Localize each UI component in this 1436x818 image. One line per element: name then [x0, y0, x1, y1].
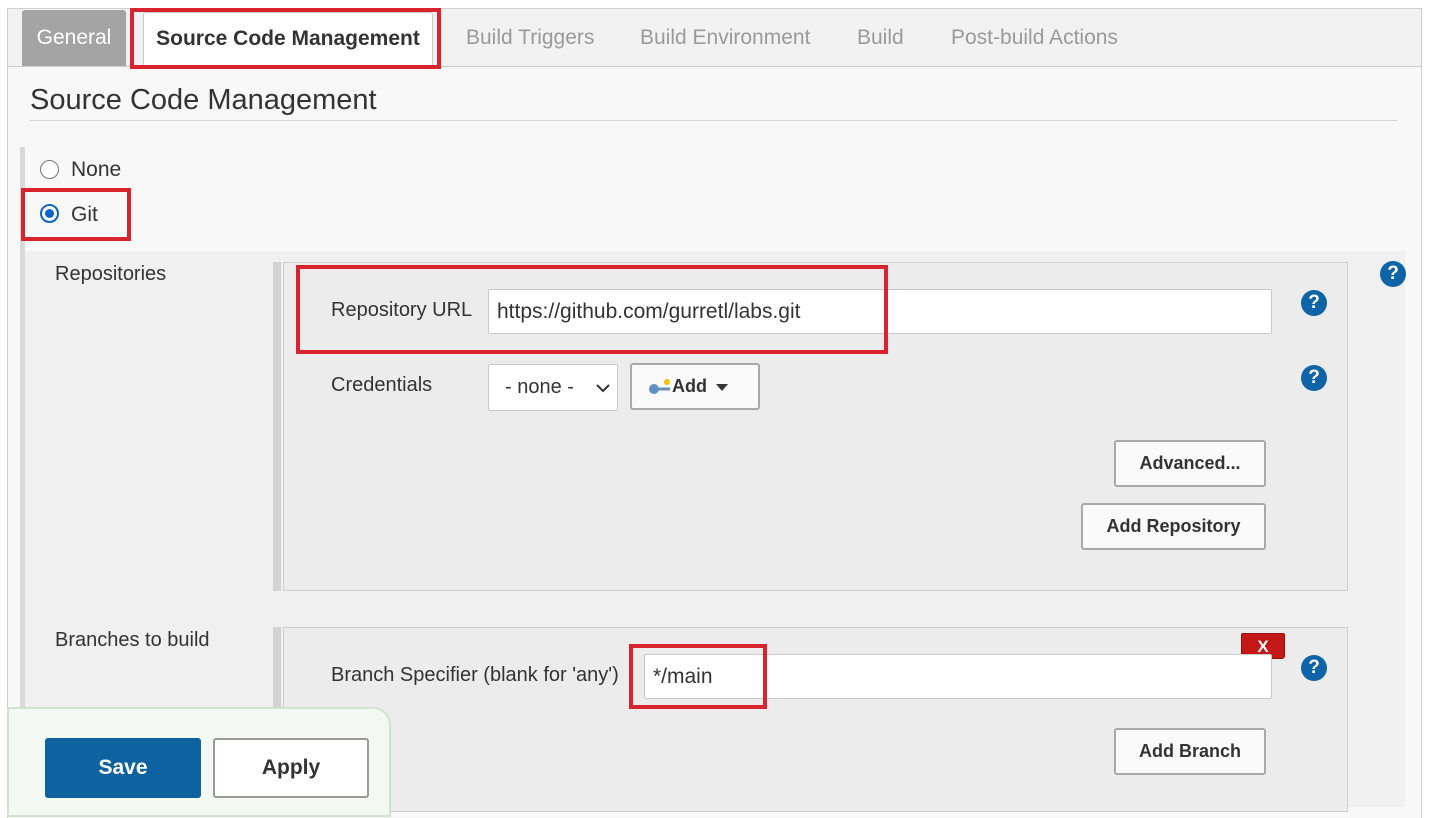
branches-label: Branches to build [55, 629, 210, 651]
caret-down-icon [716, 384, 728, 391]
branch-specifier-input[interactable]: */main [644, 654, 1272, 699]
repository-url-label: Repository URL [331, 299, 473, 321]
credentials-selected-value: - none - [505, 376, 574, 398]
radio-git-label: Git [71, 203, 98, 226]
advanced-button[interactable]: Advanced... [1114, 440, 1266, 487]
tab-build[interactable]: Build [857, 9, 904, 67]
tab-build-environment[interactable]: Build Environment [640, 9, 810, 67]
git-help-icon[interactable]: ? [1380, 261, 1406, 287]
credentials-add-label: Add [672, 376, 707, 396]
branch-specifier-help-icon[interactable]: ? [1301, 655, 1327, 681]
tab-source-code-management[interactable]: Source Code Management [143, 12, 433, 67]
section-divider [30, 120, 1398, 121]
radio-none-label: None [71, 158, 122, 181]
branch-specifier-label: Branch Specifier (blank for 'any') [331, 664, 619, 686]
credentials-add-button[interactable]: Add [630, 363, 760, 410]
repository-url-input[interactable]: https://github.com/gurretl/labs.git [488, 289, 1272, 334]
tab-post-build-actions[interactable]: Post-build Actions [951, 9, 1118, 67]
radio-git[interactable] [40, 204, 59, 223]
save-button[interactable]: Save [45, 738, 201, 798]
repositories-indent-bar [273, 262, 281, 591]
credentials-help-icon[interactable]: ? [1301, 365, 1327, 391]
section-title: Source Code Management [30, 84, 377, 116]
tab-general[interactable]: General [22, 10, 126, 66]
apply-button[interactable]: Apply [213, 738, 369, 798]
repository-url-help-icon[interactable]: ? [1301, 290, 1327, 316]
credentials-select[interactable]: - none - [488, 364, 618, 411]
credentials-label: Credentials [331, 374, 433, 396]
add-repository-button[interactable]: Add Repository [1081, 503, 1266, 550]
radio-none[interactable] [40, 160, 59, 179]
tab-build-triggers[interactable]: Build Triggers [466, 9, 594, 67]
key-icon [649, 379, 670, 394]
chevron-down-icon [596, 384, 610, 393]
repositories-label: Repositories [55, 263, 167, 285]
add-branch-button[interactable]: Add Branch [1114, 728, 1266, 775]
